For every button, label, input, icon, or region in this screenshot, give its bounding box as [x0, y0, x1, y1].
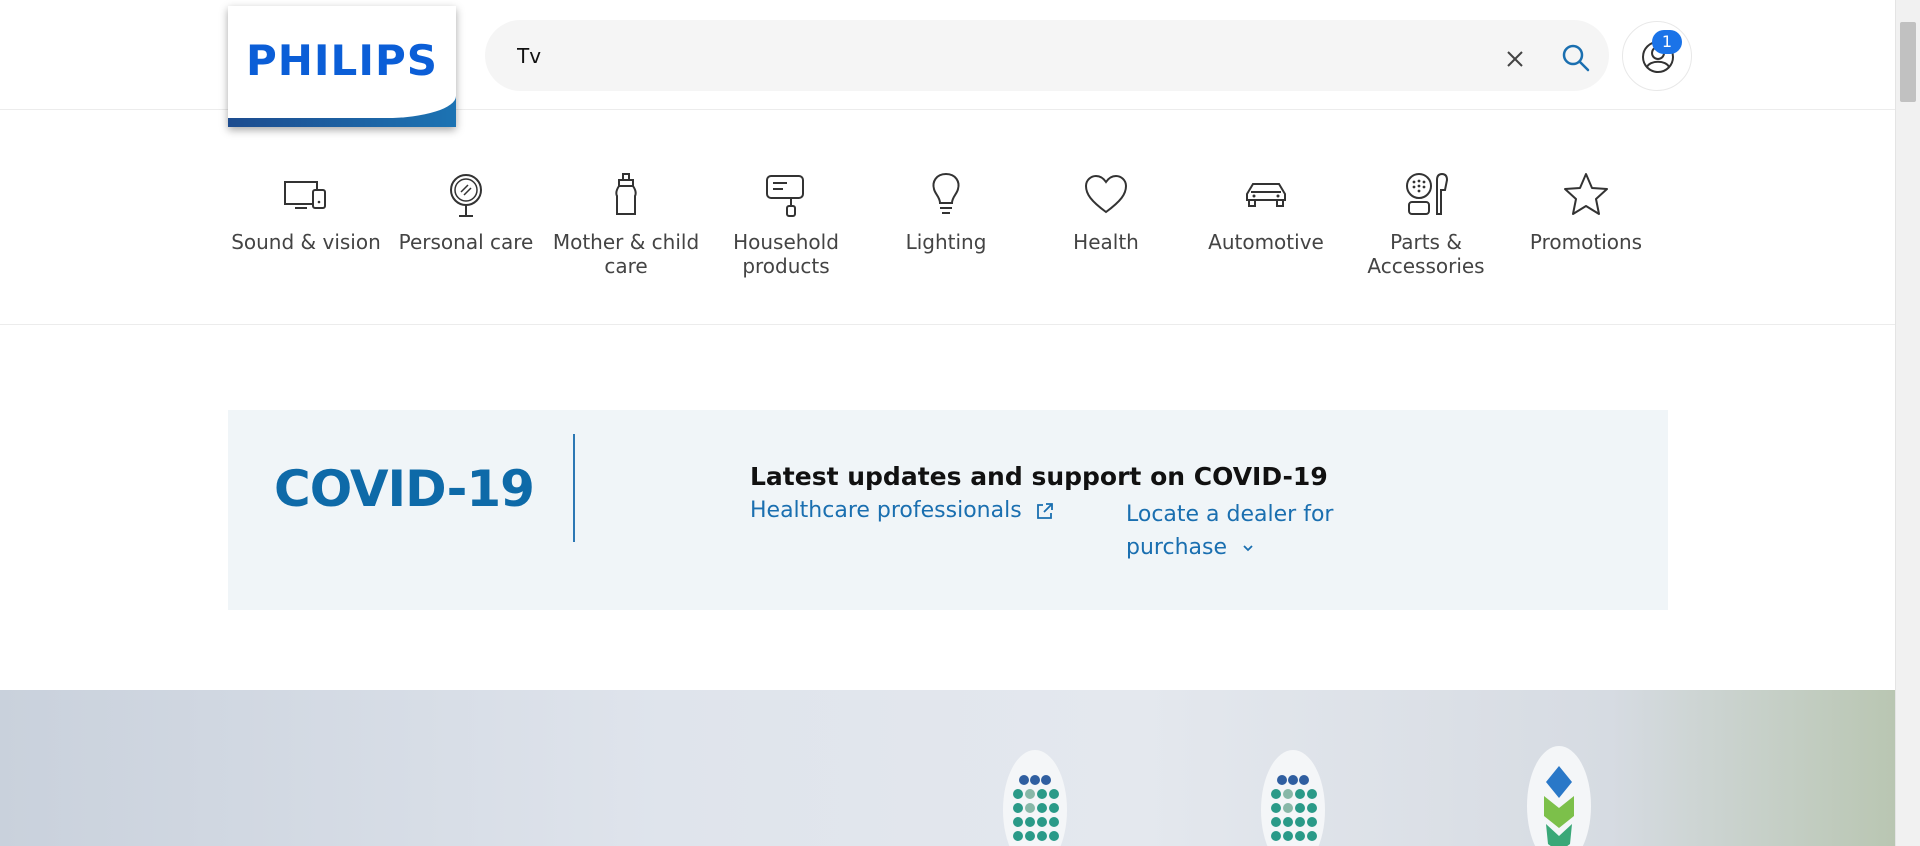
- vertical-scrollbar[interactable]: [1895, 0, 1920, 846]
- search-input[interactable]: [515, 37, 1459, 75]
- link-label: Locate a dealer for purchase: [1126, 502, 1334, 560]
- category-label: Parts & Accessories: [1367, 230, 1485, 278]
- category-label: Personal care: [398, 230, 534, 254]
- category-personal-care[interactable]: Personal care: [386, 110, 546, 324]
- logo-text: PHILIPS: [246, 36, 438, 85]
- category-household-products[interactable]: Household products: [706, 110, 866, 324]
- lightbulb-icon: [932, 172, 960, 214]
- divider: [0, 324, 1895, 325]
- baby-bottle-icon: [615, 173, 637, 215]
- category-automotive[interactable]: Automotive: [1186, 110, 1346, 324]
- search-bar: [485, 20, 1609, 91]
- category-mother-child-care[interactable]: Mother & child care: [546, 110, 706, 324]
- category-label: Promotions: [1529, 230, 1643, 254]
- category-label: Health: [1073, 230, 1139, 254]
- category-parts-accessories[interactable]: Parts & Accessories: [1346, 110, 1506, 324]
- toothbrush-head-image: [1527, 746, 1591, 846]
- toothbrush-head-image: [1261, 750, 1325, 846]
- covid-banner: COVID-19 Latest updates and support on C…: [228, 410, 1668, 610]
- category-label: Automotive: [1208, 230, 1324, 254]
- parts-icon: [1406, 172, 1449, 215]
- category-label: Lighting: [905, 230, 987, 254]
- mixer-icon: [766, 175, 804, 217]
- category-lighting[interactable]: Lighting: [866, 110, 1026, 324]
- page: 1 PHILIPS Sound & vision: [0, 0, 1895, 846]
- category-label: Household products: [733, 230, 839, 278]
- car-icon: [1246, 183, 1286, 207]
- category-sound-vision[interactable]: Sound & vision: [226, 110, 386, 324]
- external-link-icon: [1036, 503, 1053, 519]
- star-icon: [1564, 173, 1608, 215]
- search-icon: [1562, 44, 1590, 72]
- hero-image: [0, 690, 1895, 846]
- category-label: Sound & vision: [231, 230, 381, 254]
- chevron-down-icon: [1243, 545, 1253, 552]
- clear-search-button[interactable]: [1500, 44, 1530, 74]
- covid-heading: Latest updates and support on COVID-19: [750, 462, 1328, 491]
- tv-phone-icon: [284, 181, 326, 209]
- close-icon: [1507, 51, 1523, 67]
- locate-dealer-link[interactable]: Locate a dealer for purchase: [1126, 498, 1366, 564]
- category-promotions[interactable]: Promotions: [1506, 110, 1666, 324]
- category-nav: Sound & vision Personal care Mother & ch…: [226, 110, 1666, 324]
- banner-divider: [573, 434, 575, 542]
- healthcare-professionals-link[interactable]: Healthcare professionals: [750, 498, 1055, 523]
- toothbrush-head-image: [1003, 750, 1067, 846]
- search-button[interactable]: [1560, 42, 1592, 74]
- category-health[interactable]: Health: [1026, 110, 1186, 324]
- link-label: Healthcare professionals: [750, 498, 1022, 523]
- scrollbar-thumb[interactable]: [1900, 22, 1916, 102]
- covid-title: COVID-19: [274, 460, 535, 518]
- heart-icon: [1084, 174, 1128, 214]
- philips-logo[interactable]: PHILIPS: [228, 6, 456, 127]
- mirror-icon: [450, 174, 482, 217]
- category-label: Mother & child care: [552, 230, 700, 278]
- notification-badge: 1: [1652, 30, 1682, 54]
